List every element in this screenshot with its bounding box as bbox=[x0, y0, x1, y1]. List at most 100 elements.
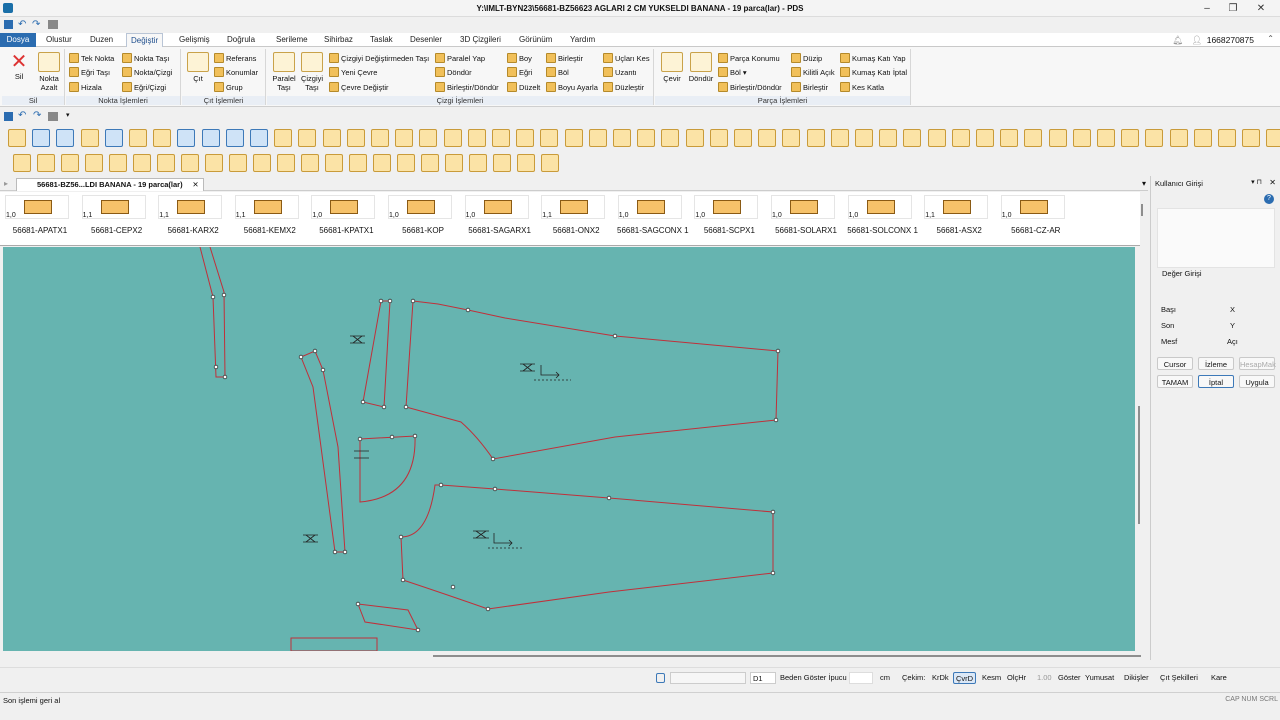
tool3-tool-icon-17[interactable] bbox=[397, 154, 415, 172]
piece-thumb[interactable]: 1,1 56681-ONX2 bbox=[538, 195, 610, 245]
tool2-tool-icon-23[interactable] bbox=[540, 129, 559, 147]
piece-thumb[interactable]: 1,1 56681-KEMX2 bbox=[232, 195, 304, 245]
piece-back-panel[interactable] bbox=[405, 300, 779, 460]
bol-line-button[interactable]: Böl bbox=[546, 67, 569, 77]
kes-katla-button[interactable]: Kes Katla bbox=[840, 82, 884, 92]
tool2-tool-icon-41[interactable] bbox=[976, 129, 994, 147]
iptal-button[interactable]: İptal bbox=[1198, 375, 1234, 388]
tamam-button[interactable]: TAMAM bbox=[1157, 375, 1193, 388]
krdk-button[interactable]: KrDk bbox=[930, 672, 951, 684]
tool2-tool-icon-18[interactable] bbox=[419, 129, 438, 147]
kilitli-acik-button[interactable]: Kilitli Açık bbox=[791, 67, 835, 77]
piece-thumb[interactable]: 1,0 56681-KPATX1 bbox=[308, 195, 380, 245]
undo-icon[interactable]: ↶ bbox=[18, 19, 26, 30]
tool2-tool-icon-10[interactable] bbox=[225, 129, 244, 147]
minimize-button[interactable]: – bbox=[1196, 2, 1218, 15]
kumas-kati-iptal-button[interactable]: Kumaş Katı İptal bbox=[840, 67, 907, 77]
tab-dosya[interactable]: Dosya bbox=[0, 33, 36, 47]
ellipsis-button[interactable] bbox=[656, 673, 665, 683]
size-field[interactable]: D1 bbox=[750, 672, 776, 684]
tool2-tool-icon-48[interactable] bbox=[1145, 129, 1164, 147]
uzanti-button[interactable]: Uzantı bbox=[603, 67, 637, 77]
cizgiyi-tasi-button[interactable]: Çizgiyi Taşı bbox=[299, 52, 325, 92]
tool2-tool-icon-34[interactable] bbox=[806, 129, 825, 147]
piece-strip-2[interactable] bbox=[300, 350, 346, 553]
tool2-tool-icon-14[interactable] bbox=[322, 129, 341, 147]
piece-parallelogram[interactable] bbox=[362, 300, 391, 408]
cit-sekilleri-button[interactable]: Çıt Şekilleri bbox=[1158, 672, 1200, 684]
document-tab[interactable]: 56681-BZ56...LDI BANANA - 19 parca(lar) … bbox=[16, 178, 204, 191]
egri-tasi-button[interactable]: Eğri Taşı bbox=[69, 67, 110, 77]
piece-small-1[interactable] bbox=[357, 603, 419, 631]
uclari-kes-button[interactable]: Uçları Kes bbox=[603, 53, 650, 63]
kumas-kati-yap-button[interactable]: Kumaş Katı Yap bbox=[840, 53, 906, 63]
birlestir-line-button[interactable]: Birleştir bbox=[546, 53, 583, 63]
piece-thumb[interactable]: 1,0 56681-SAGCONX 1 bbox=[615, 195, 689, 245]
tool2-tool-icon-28[interactable] bbox=[661, 129, 680, 147]
tool2-tool-icon-17[interactable] bbox=[395, 129, 414, 147]
tool3-tool-icon-7[interactable] bbox=[157, 154, 175, 172]
redo-small-icon[interactable]: ↷ bbox=[33, 110, 41, 121]
dikisler-button[interactable]: Dikişler bbox=[1122, 672, 1151, 684]
tool2-tool-icon-35[interactable] bbox=[830, 129, 849, 147]
tab-gelismis[interactable]: Gelişmiş bbox=[175, 33, 214, 47]
tool3-tool-icon-5[interactable] bbox=[109, 154, 127, 172]
yeni-cevre-button[interactable]: Yeni Çevre bbox=[329, 67, 377, 77]
tool3-tool-icon-8[interactable] bbox=[181, 154, 199, 172]
tool2-tool-icon-24[interactable] bbox=[564, 129, 583, 147]
tool3-tool-icon-11[interactable] bbox=[253, 154, 271, 172]
tool3-tool-icon-19[interactable] bbox=[445, 154, 463, 172]
tool2-tool-icon-39[interactable] bbox=[927, 129, 946, 147]
tool2-tool-icon-43[interactable] bbox=[1024, 129, 1043, 147]
olchr-button[interactable]: OlçHr bbox=[1005, 672, 1028, 684]
save-icon[interactable] bbox=[4, 20, 13, 29]
tool2-tool-icon-50[interactable] bbox=[1193, 129, 1212, 147]
piece-thumb[interactable]: 1,0 56681-KOP bbox=[385, 195, 457, 245]
tool2-tool-icon-12[interactable] bbox=[274, 129, 293, 147]
tool2-tool-icon-53[interactable] bbox=[1266, 129, 1280, 147]
panel-close-icon[interactable]: ✕ bbox=[1269, 178, 1276, 187]
tool3-tool-icon-13[interactable] bbox=[301, 154, 319, 172]
print-icon[interactable] bbox=[48, 20, 58, 29]
tab-gorunum[interactable]: Görünüm bbox=[515, 33, 556, 47]
tab-sihirbaz[interactable]: Sihirbaz bbox=[320, 33, 357, 47]
save-small-icon[interactable] bbox=[4, 112, 13, 121]
piece-small-2[interactable] bbox=[290, 637, 378, 651]
tab-dogrula[interactable]: Doğrula bbox=[223, 33, 259, 47]
nokta-tasi-button[interactable]: Nokta Taşı bbox=[122, 53, 169, 63]
tool2-tool-icon-49[interactable] bbox=[1169, 129, 1188, 147]
cursor-button[interactable]: Cursor bbox=[1157, 357, 1193, 370]
maximize-button[interactable]: ❐ bbox=[1222, 2, 1244, 15]
boy-button[interactable]: Boy bbox=[507, 53, 532, 63]
tab-degistir[interactable]: Değiştir bbox=[126, 33, 164, 47]
izleme-button[interactable]: İzleme bbox=[1198, 357, 1234, 370]
sil-button[interactable]: ✕ Sil bbox=[6, 52, 32, 81]
bol-piece-button[interactable]: Böl ▾ bbox=[718, 67, 747, 77]
tool2-tool-icon-26[interactable] bbox=[613, 129, 631, 147]
goster-button[interactable]: Göster bbox=[1056, 672, 1083, 684]
tool2-tool-icon-29[interactable] bbox=[685, 129, 704, 147]
customize-icon[interactable]: ▾ bbox=[66, 111, 70, 119]
tab-duzen[interactable]: Duzen bbox=[86, 33, 117, 47]
beden-goster-ipucu[interactable]: Beden Göster İpucu bbox=[780, 673, 847, 682]
birlestir-dondur-piece-button[interactable]: Birleştir/Döndür bbox=[718, 82, 782, 92]
tool2-tool-icon-31[interactable] bbox=[734, 129, 752, 147]
tool2-tool-icon-25[interactable] bbox=[588, 129, 607, 147]
tek-nokta-button[interactable]: Tek Nokta bbox=[69, 53, 114, 63]
tab-serileme[interactable]: Serileme bbox=[272, 33, 312, 47]
tool2-tool-icon-44[interactable] bbox=[1048, 129, 1067, 147]
tool2-tool-icon-52[interactable] bbox=[1242, 129, 1261, 147]
tool3-tool-icon-16[interactable] bbox=[373, 154, 391, 172]
tool2-tool-icon-32[interactable] bbox=[758, 129, 777, 147]
tool2-tool-icon-46[interactable] bbox=[1097, 129, 1115, 147]
egri-cizgi-button[interactable]: Eğri/Çizgi bbox=[122, 82, 166, 92]
tool3-tool-icon-20[interactable] bbox=[469, 154, 487, 172]
birlestir-piece-button[interactable]: Birleştir bbox=[791, 82, 828, 92]
boyu-ayarla-button[interactable]: Boyu Ayarla bbox=[546, 82, 598, 92]
tool3-tool-icon-23[interactable] bbox=[541, 154, 559, 172]
duzelt-button[interactable]: Düzelt bbox=[507, 82, 540, 92]
tool2-tool-icon-1[interactable] bbox=[8, 129, 26, 147]
bell-icon[interactable]: 🔔︎ bbox=[1172, 35, 1183, 45]
tool3-tool-icon-21[interactable] bbox=[493, 154, 511, 172]
tool2-tool-icon-42[interactable] bbox=[1000, 129, 1019, 147]
